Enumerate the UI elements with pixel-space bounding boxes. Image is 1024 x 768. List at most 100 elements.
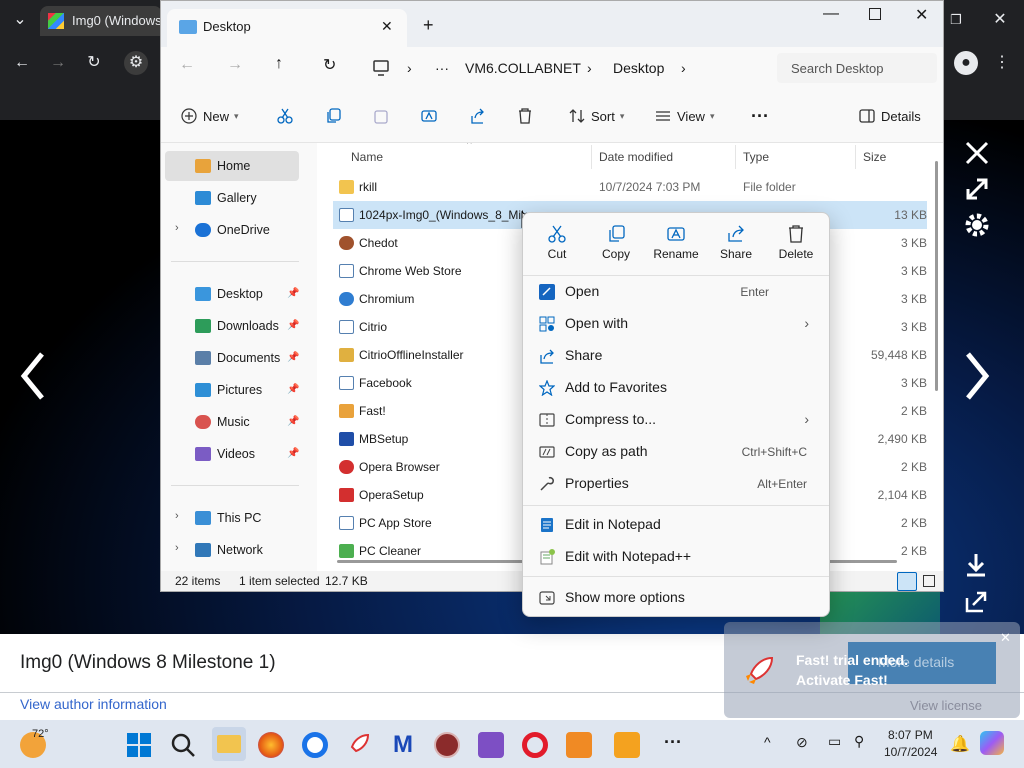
fullscreen-icon[interactable] (964, 176, 990, 202)
fast-rocket-icon[interactable] (346, 732, 372, 758)
menu-item-properties[interactable]: Properties Alt+Enter (529, 469, 823, 499)
nav-item-network[interactable]: › Network (165, 535, 299, 565)
back-arrow-icon[interactable]: ← (179, 56, 195, 74)
column-header-type[interactable]: Type (743, 150, 769, 164)
accessibility-icon[interactable]: ⚲ (854, 733, 864, 750)
search-icon[interactable] (170, 732, 196, 758)
reload-icon[interactable]: ↻ (82, 51, 106, 75)
start-icon[interactable] (126, 732, 152, 758)
details-view-icon[interactable] (897, 572, 917, 591)
this-pc-crumb-icon[interactable] (373, 60, 389, 76)
tiles-view-icon[interactable] (923, 575, 935, 587)
menu-item-open-with[interactable]: Open with › (529, 309, 823, 339)
nav-item-this-pc[interactable]: › This PC (165, 503, 299, 533)
share-out-icon[interactable] (964, 590, 988, 614)
malwarebytes-icon[interactable]: M (390, 732, 416, 758)
nav-item-onedrive[interactable]: › OneDrive (165, 215, 299, 245)
crumb-desktop[interactable]: Desktop (613, 60, 664, 76)
forward-arrow-icon[interactable]: → (227, 56, 243, 74)
delete-action[interactable]: Delete (766, 223, 826, 277)
notification-bell-icon[interactable]: 🔔 (950, 734, 970, 754)
crumb-vm6[interactable]: VM6.COLLABNET (465, 60, 581, 76)
explorer-tab[interactable]: Desktop ✕ (167, 9, 407, 47)
column-divider[interactable] (735, 145, 736, 169)
download-icon[interactable] (964, 552, 988, 578)
new-button[interactable]: New ▾ (181, 103, 239, 129)
close-viewer-icon[interactable] (964, 140, 990, 166)
author-info-link[interactable]: View author information (20, 696, 167, 712)
column-header-date[interactable]: Date modified (599, 150, 673, 164)
maximize-icon[interactable] (869, 8, 881, 20)
details-button[interactable]: Details (859, 103, 921, 129)
nav-item-videos[interactable]: Videos 📌 (165, 439, 299, 469)
browser-menu-icon[interactable]: ⋮ (990, 51, 1014, 75)
visual-studio-pre-icon[interactable] (478, 732, 504, 758)
copy-action[interactable]: Copy (586, 223, 646, 277)
menu-item-show-more-options[interactable]: Show more options (529, 583, 823, 613)
sort-button[interactable]: Sort ▾ (569, 103, 624, 129)
show-hidden-icons[interactable]: ^ (764, 734, 771, 750)
profile-avatar-icon[interactable]: ● (954, 51, 978, 75)
vertical-scrollbar[interactable] (935, 161, 938, 391)
display-icon[interactable]: ▭ (828, 733, 841, 750)
menu-item-share[interactable]: Share (529, 341, 823, 371)
nav-item-pictures[interactable]: Pictures 📌 (165, 375, 299, 405)
forward-icon[interactable]: → (46, 51, 70, 75)
column-header-size[interactable]: Size (863, 150, 886, 164)
network-status-icon[interactable]: ⊘ (796, 734, 808, 751)
menu-item-edit-notepadpp[interactable]: Edit with Notepad++ (529, 542, 823, 572)
more-options-icon[interactable]: ··· (751, 103, 769, 129)
expand-chevron-icon[interactable]: › (175, 222, 179, 234)
column-divider[interactable] (591, 145, 592, 169)
new-tab-icon[interactable]: + (423, 15, 434, 36)
more-apps-icon[interactable]: ··· (660, 732, 686, 758)
search-input[interactable]: Search Desktop (777, 53, 937, 83)
close-window-icon[interactable]: ✕ (988, 8, 1012, 32)
menu-item-copy-as-path[interactable]: Copy as path Ctrl+Shift+C (529, 437, 823, 467)
chromium-icon[interactable] (302, 732, 328, 758)
chedot-icon[interactable] (434, 732, 460, 758)
file-explorer-taskbar-button[interactable] (212, 727, 246, 761)
shopping-bag-icon[interactable] (566, 732, 592, 758)
up-arrow-icon[interactable]: ↑ (275, 55, 283, 73)
toast-close-icon[interactable]: ✕ (1000, 630, 1011, 646)
share-icon[interactable] (469, 108, 485, 124)
close-tab-icon[interactable]: ✕ (381, 18, 393, 35)
nav-item-downloads[interactable]: Downloads 📌 (165, 311, 299, 341)
nav-item-home[interactable]: Home (165, 151, 299, 181)
copy-icon[interactable] (325, 108, 341, 124)
restore-window-icon[interactable]: ❐ (944, 8, 968, 32)
previous-image-icon[interactable] (14, 346, 54, 406)
copilot-icon[interactable] (980, 731, 1004, 755)
share-action[interactable]: Share (706, 223, 766, 277)
pane-splitter[interactable] (309, 143, 317, 571)
nav-item-gallery[interactable]: Gallery (165, 183, 299, 213)
menu-item-compress[interactable]: Compress to... › (529, 405, 823, 435)
firefox-icon[interactable] (258, 732, 284, 758)
toast-activate-link[interactable]: Activate Fast! (796, 672, 888, 688)
cut-action[interactable]: Cut (527, 223, 587, 277)
rename-action[interactable]: Rename (646, 223, 706, 277)
app-store-icon[interactable] (614, 732, 640, 758)
refresh-icon[interactable]: ↻ (323, 55, 336, 75)
more-crumbs-icon[interactable]: ··· (435, 60, 449, 76)
clock-date[interactable]: 10/7/2024 (884, 745, 937, 759)
tab-list-icon[interactable]: ⌄ (8, 8, 32, 32)
rename-icon[interactable] (421, 108, 437, 124)
clock-time[interactable]: 8:07 PM (888, 728, 933, 742)
file-row[interactable]: rkill 10/7/2024 7:03 PM File folder (333, 173, 927, 201)
menu-item-edit-notepad[interactable]: Edit in Notepad (529, 510, 823, 540)
nav-item-documents[interactable]: Documents 📌 (165, 343, 299, 373)
opera-icon[interactable] (522, 732, 548, 758)
expand-chevron-icon[interactable]: › (175, 542, 179, 554)
minimize-icon[interactable]: — (823, 5, 839, 23)
cut-icon[interactable] (277, 108, 293, 124)
settings-gear-icon[interactable] (964, 212, 990, 238)
site-info-icon[interactable]: ⚙ (124, 51, 148, 75)
view-license-link[interactable]: View license (910, 698, 982, 713)
nav-item-music[interactable]: Music 📌 (165, 407, 299, 437)
menu-item-open[interactable]: Open Enter (529, 277, 823, 307)
crumb-dropdown-icon[interactable]: › (681, 60, 686, 76)
delete-icon[interactable] (517, 108, 533, 124)
fast-trial-toast[interactable]: More details Fast! trial ended. Activate… (724, 622, 1020, 718)
